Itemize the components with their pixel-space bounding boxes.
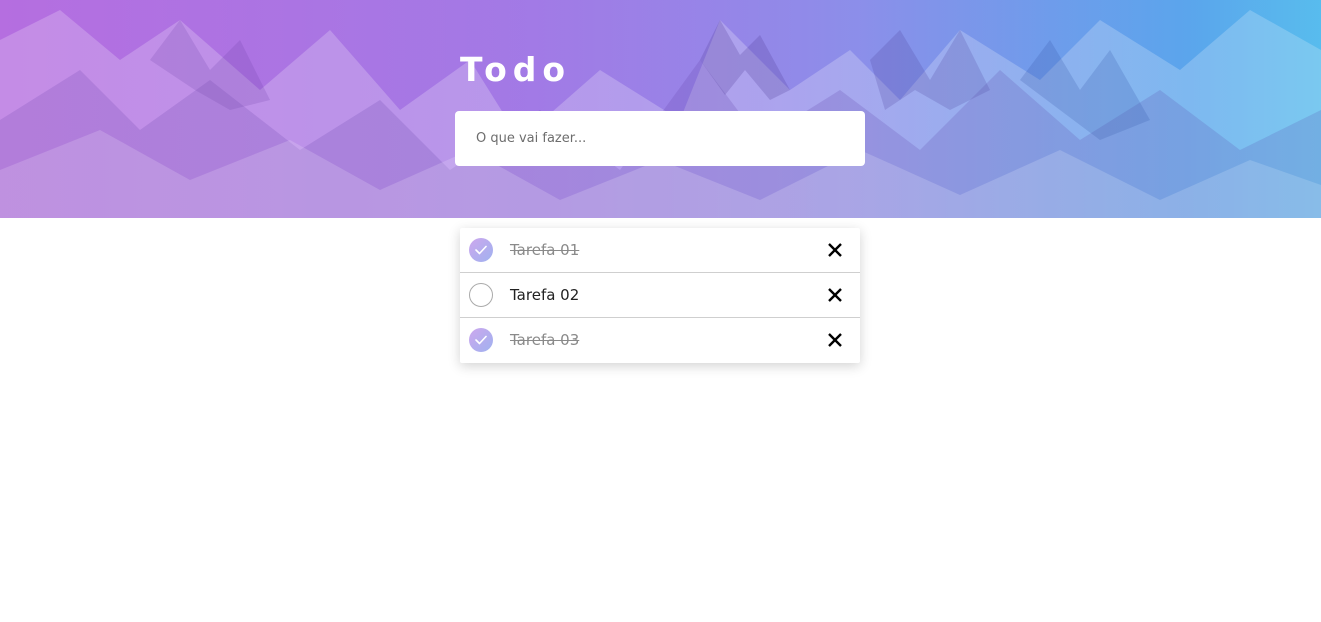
header-background bbox=[0, 0, 1321, 218]
close-icon[interactable] bbox=[826, 286, 844, 304]
app-title: Todo bbox=[460, 50, 572, 89]
todo-label: Tarefa 01 bbox=[510, 241, 580, 259]
todo-toggle[interactable] bbox=[469, 328, 493, 352]
close-icon[interactable] bbox=[826, 331, 844, 349]
check-icon bbox=[475, 335, 487, 345]
check-icon bbox=[475, 245, 487, 255]
todo-item: Tarefa 02 bbox=[460, 273, 860, 318]
todo-item: Tarefa 01 bbox=[460, 228, 860, 273]
todo-list: Tarefa 01 Tarefa 02 Tarefa 03 bbox=[460, 228, 860, 363]
new-todo-input[interactable] bbox=[455, 111, 865, 166]
todo-label: Tarefa 03 bbox=[510, 331, 580, 349]
todo-item: Tarefa 03 bbox=[460, 318, 860, 363]
todo-toggle[interactable] bbox=[469, 238, 493, 262]
header-gradient-overlay bbox=[0, 0, 1321, 218]
todo-label: Tarefa 02 bbox=[510, 286, 580, 304]
todo-toggle[interactable] bbox=[469, 283, 493, 307]
close-icon[interactable] bbox=[826, 241, 844, 259]
